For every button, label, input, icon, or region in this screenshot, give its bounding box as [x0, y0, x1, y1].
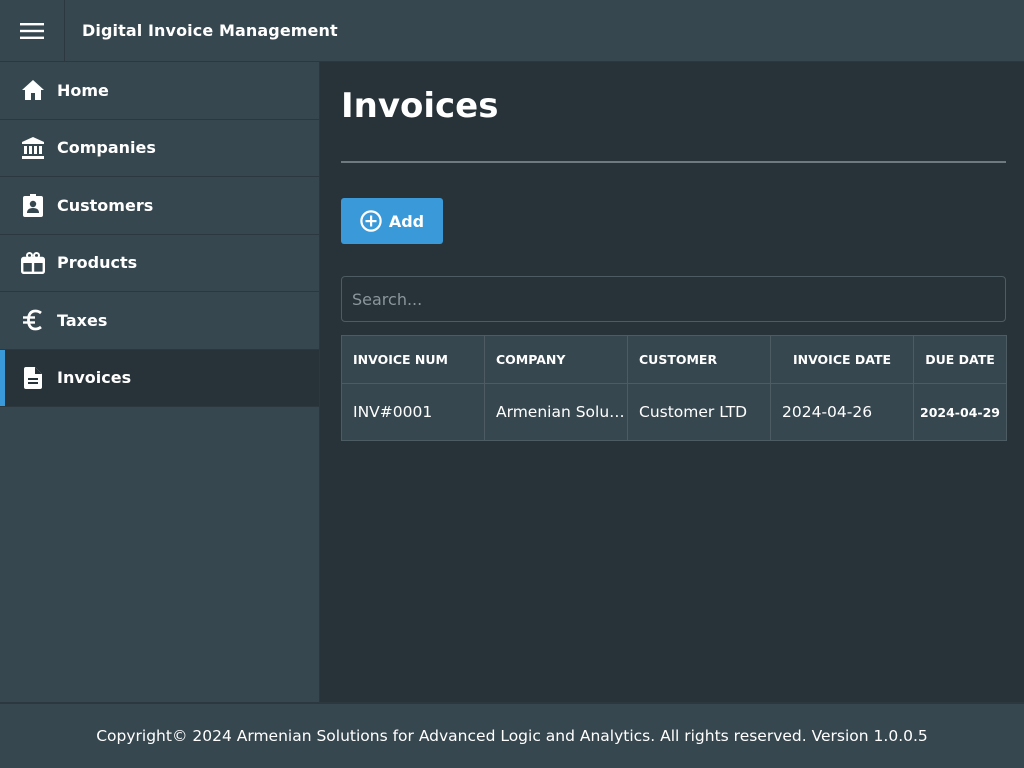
sidebar-item-invoices[interactable]: Invoices: [0, 349, 319, 407]
invoices-table: INVOICE NUM COMPANY CUSTOMER INVOICE DAT…: [341, 335, 1007, 441]
footer: Copyright© 2024 Armenian Solutions for A…: [0, 702, 1024, 768]
sidebar-item-customers[interactable]: Customers: [0, 177, 319, 235]
bank-icon: [21, 136, 45, 160]
sidebar-item-label: Invoices: [57, 368, 132, 388]
sidebar-item-label: Companies: [57, 138, 156, 158]
top-bar: Digital Invoice Management: [0, 0, 1024, 62]
hamburger-menu-icon: [20, 22, 44, 39]
document-icon: [21, 366, 45, 390]
sidebar-item-label: Home: [57, 80, 109, 100]
cell-invoice-date: 2024-04-26: [770, 383, 914, 441]
column-header-due-date[interactable]: DUE DATE: [913, 335, 1007, 384]
sidebar-item-label: Products: [57, 253, 138, 273]
sidebar-item-home[interactable]: Home: [0, 62, 319, 120]
page-title: Invoices: [341, 86, 499, 126]
home-icon: [21, 78, 45, 102]
add-button[interactable]: Add: [341, 198, 443, 244]
column-header-invoice-date[interactable]: INVOICE DATE: [770, 335, 914, 384]
column-header-company[interactable]: COMPANY: [484, 335, 628, 384]
sidebar-item-label: Taxes: [57, 310, 108, 330]
main-content: Invoices Add INVOICE NUM COMPANY CUSTOME…: [320, 62, 1024, 702]
sidebar-item-companies[interactable]: Companies: [0, 120, 319, 177]
menu-button[interactable]: [0, 0, 65, 62]
cell-invoice-num: INV#0001: [341, 383, 485, 441]
copyright-text: Copyright© 2024 Armenian Solutions for A…: [96, 727, 928, 745]
column-header-customer[interactable]: CUSTOMER: [627, 335, 771, 384]
sidebar: Home Companies Customers Products Taxes …: [0, 62, 320, 702]
plus-circle-icon: [360, 210, 382, 232]
cell-due-date: 2024-04-29: [913, 383, 1007, 441]
add-button-label: Add: [388, 211, 425, 231]
sidebar-item-label: Customers: [57, 195, 154, 215]
cell-customer: Customer LTD: [627, 383, 771, 441]
table-header-row: INVOICE NUM COMPANY CUSTOMER INVOICE DAT…: [341, 335, 1007, 384]
sidebar-item-products[interactable]: Products: [0, 235, 319, 292]
cell-company: Armenian Solutions for Advanced Logic an…: [484, 383, 628, 441]
table-row[interactable]: INV#0001 Armenian Solutions for Advanced…: [341, 383, 1007, 441]
title-divider: [341, 161, 1006, 163]
sidebar-item-taxes[interactable]: Taxes: [0, 292, 319, 350]
column-header-invoice-num[interactable]: INVOICE NUM: [341, 335, 485, 384]
euro-icon: [21, 308, 45, 332]
gift-box-icon: [21, 251, 45, 275]
search-input[interactable]: [341, 276, 1006, 322]
contact-badge-icon: [21, 193, 45, 218]
app-title: Digital Invoice Management: [82, 21, 338, 40]
